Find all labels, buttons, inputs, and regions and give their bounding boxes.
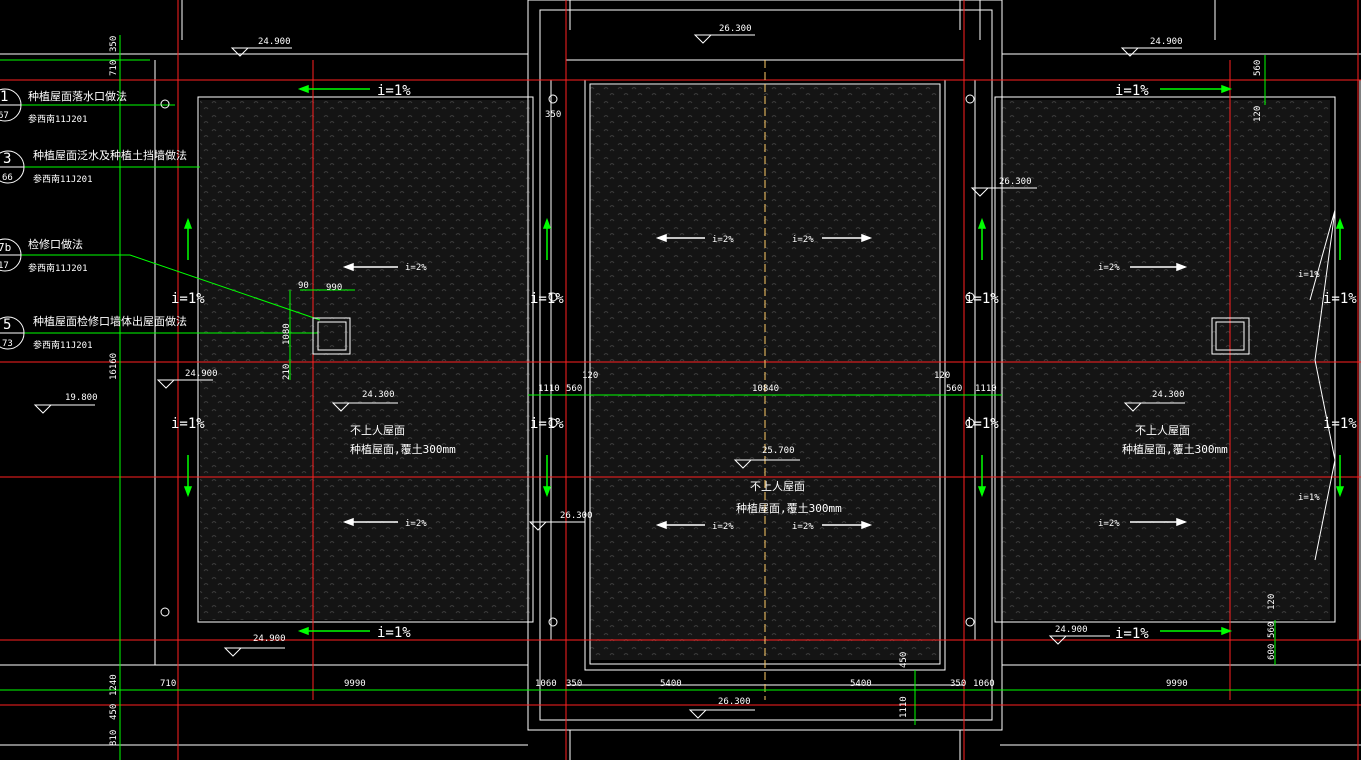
roof-note-detail: 种植屋面,覆土300mm <box>350 442 456 456</box>
callout-number: 3 <box>3 151 11 167</box>
elev-mid-center: 25.700 <box>762 446 795 456</box>
callout-reference: 参西南11J201 <box>33 339 93 351</box>
slope-label: i=1% <box>1298 493 1320 503</box>
dimension-text: 350 <box>109 36 119 52</box>
callout-number: 1 <box>0 89 8 105</box>
dimension-text: 90 <box>298 281 309 291</box>
dimension-text: 710 <box>160 679 176 689</box>
dimension-text: 1080 <box>282 323 292 345</box>
dimension-text: 350 <box>545 110 561 120</box>
elev-mid-top: 26.300 <box>719 24 752 34</box>
callout-title: 种植屋面落水口做法 <box>28 89 127 103</box>
elev-left-mid-a: 24.900 <box>185 369 218 379</box>
slope-label: i=2% <box>712 235 734 245</box>
dimension-text: 710 <box>109 60 119 76</box>
dimension-text: 350 <box>950 679 966 689</box>
dimension-text: 560 <box>946 384 962 394</box>
slope-label: i=2% <box>1098 263 1120 273</box>
slope-label: i=2% <box>405 519 427 529</box>
roof-note-title: 不上人屋面 <box>350 424 405 437</box>
callout-reference: 参西南11J201 <box>28 113 88 125</box>
elev-mid-left: 26.300 <box>560 511 593 521</box>
dimension-text: 1240 <box>109 674 119 696</box>
callout-title: 种植屋面检修口墙体出屋面做法 <box>33 314 187 328</box>
dimension-text: 1110 <box>538 384 560 394</box>
slope-label: i=1% <box>530 416 564 432</box>
elev-right-top: 24.900 <box>1150 37 1183 47</box>
dimension-text: 1110 <box>899 696 909 718</box>
callout-number: 5 <box>3 317 11 333</box>
slope-label: i=2% <box>405 263 427 273</box>
callout-sheet: 66 <box>2 173 13 183</box>
slope-label: i=2% <box>792 235 814 245</box>
roof-note-title: 不上人屋面 <box>1135 424 1190 437</box>
callout-reference: 参西南11J201 <box>33 173 93 185</box>
roof-note-title: 不上人屋面 <box>750 480 805 493</box>
slope-label: i=2% <box>792 522 814 532</box>
dimension-text: 450 <box>109 704 119 720</box>
dimension-text: 600 <box>1267 644 1277 660</box>
dimension-text: 810 <box>109 730 119 746</box>
dimension-text: 560 <box>1267 622 1277 638</box>
callout-sheet: 17 <box>0 261 9 271</box>
roof-note-detail: 种植屋面,覆土300mm <box>736 501 842 515</box>
dimension-text: 120 <box>934 371 950 381</box>
dimension-text: 560 <box>566 384 582 394</box>
dimension-text: 5400 <box>660 679 682 689</box>
dimension-text: 1060 <box>535 679 557 689</box>
roof-plan-drawing: 24.900 26.300 24.900 26.300 24.900 24.30… <box>0 0 1361 760</box>
dimension-text: 1110 <box>975 384 997 394</box>
dimension-text: 560 <box>1253 60 1263 76</box>
elev-left-top: 24.900 <box>258 37 291 47</box>
callout-bubbles <box>0 88 25 350</box>
elev-right-upper: 26.300 <box>999 177 1032 187</box>
elev-left-low: 19.800 <box>65 393 98 403</box>
slope-label: i=1% <box>171 416 205 432</box>
elev-left-bottom: 24.900 <box>253 634 286 644</box>
roof-note-detail: 种植屋面,覆土300mm <box>1122 442 1228 456</box>
dimension-text: 9990 <box>344 679 366 689</box>
slope-label: i=1% <box>377 625 411 641</box>
elev-right-mid: 24.300 <box>1152 390 1185 400</box>
dimension-text: 120 <box>1253 106 1263 122</box>
callout-sheet: 73 <box>2 339 13 349</box>
elev-left-mid-b: 24.300 <box>362 390 395 400</box>
slope-label: i=1% <box>1323 291 1357 307</box>
slope-label: i=2% <box>712 522 734 532</box>
dimension-text: 9990 <box>1166 679 1188 689</box>
slope-label: i=1% <box>965 291 999 307</box>
dimension-text: 5400 <box>850 679 872 689</box>
callout-sheet: 67 <box>0 111 9 121</box>
dimension-text: 990 <box>326 283 342 293</box>
dimension-text: 1060 <box>973 679 995 689</box>
callout-number: 7b <box>0 241 11 254</box>
dimension-text: 210 <box>282 364 292 380</box>
slope-label: i=1% <box>1115 626 1149 642</box>
dimension-text: 10840 <box>752 384 779 394</box>
right-planting-area <box>1000 100 1330 620</box>
callout-title: 检修口做法 <box>28 237 83 251</box>
dimension-text: 16160 <box>109 353 119 380</box>
slope-label: i=1% <box>965 416 999 432</box>
slope-label: i=1% <box>1298 270 1320 280</box>
callout-title: 种植屋面泛水及种植土挡墙做法 <box>33 148 187 162</box>
slope-label: i=1% <box>171 291 205 307</box>
elev-mid-bottom: 26.300 <box>718 697 751 707</box>
dimension-text: 450 <box>899 652 909 668</box>
slope-label: i=1% <box>1323 416 1357 432</box>
slope-label: i=1% <box>530 291 564 307</box>
slope-label: i=1% <box>377 83 411 99</box>
callout-reference: 参西南11J201 <box>28 262 88 274</box>
left-planting-area <box>200 100 530 620</box>
elev-right-bottom: 24.900 <box>1055 625 1088 635</box>
slope-label: i=2% <box>1098 519 1120 529</box>
dimension-text: 350 <box>566 679 582 689</box>
slope-label: i=1% <box>1115 83 1149 99</box>
dimension-text: 120 <box>582 371 598 381</box>
dimension-text: 120 <box>1267 594 1277 610</box>
